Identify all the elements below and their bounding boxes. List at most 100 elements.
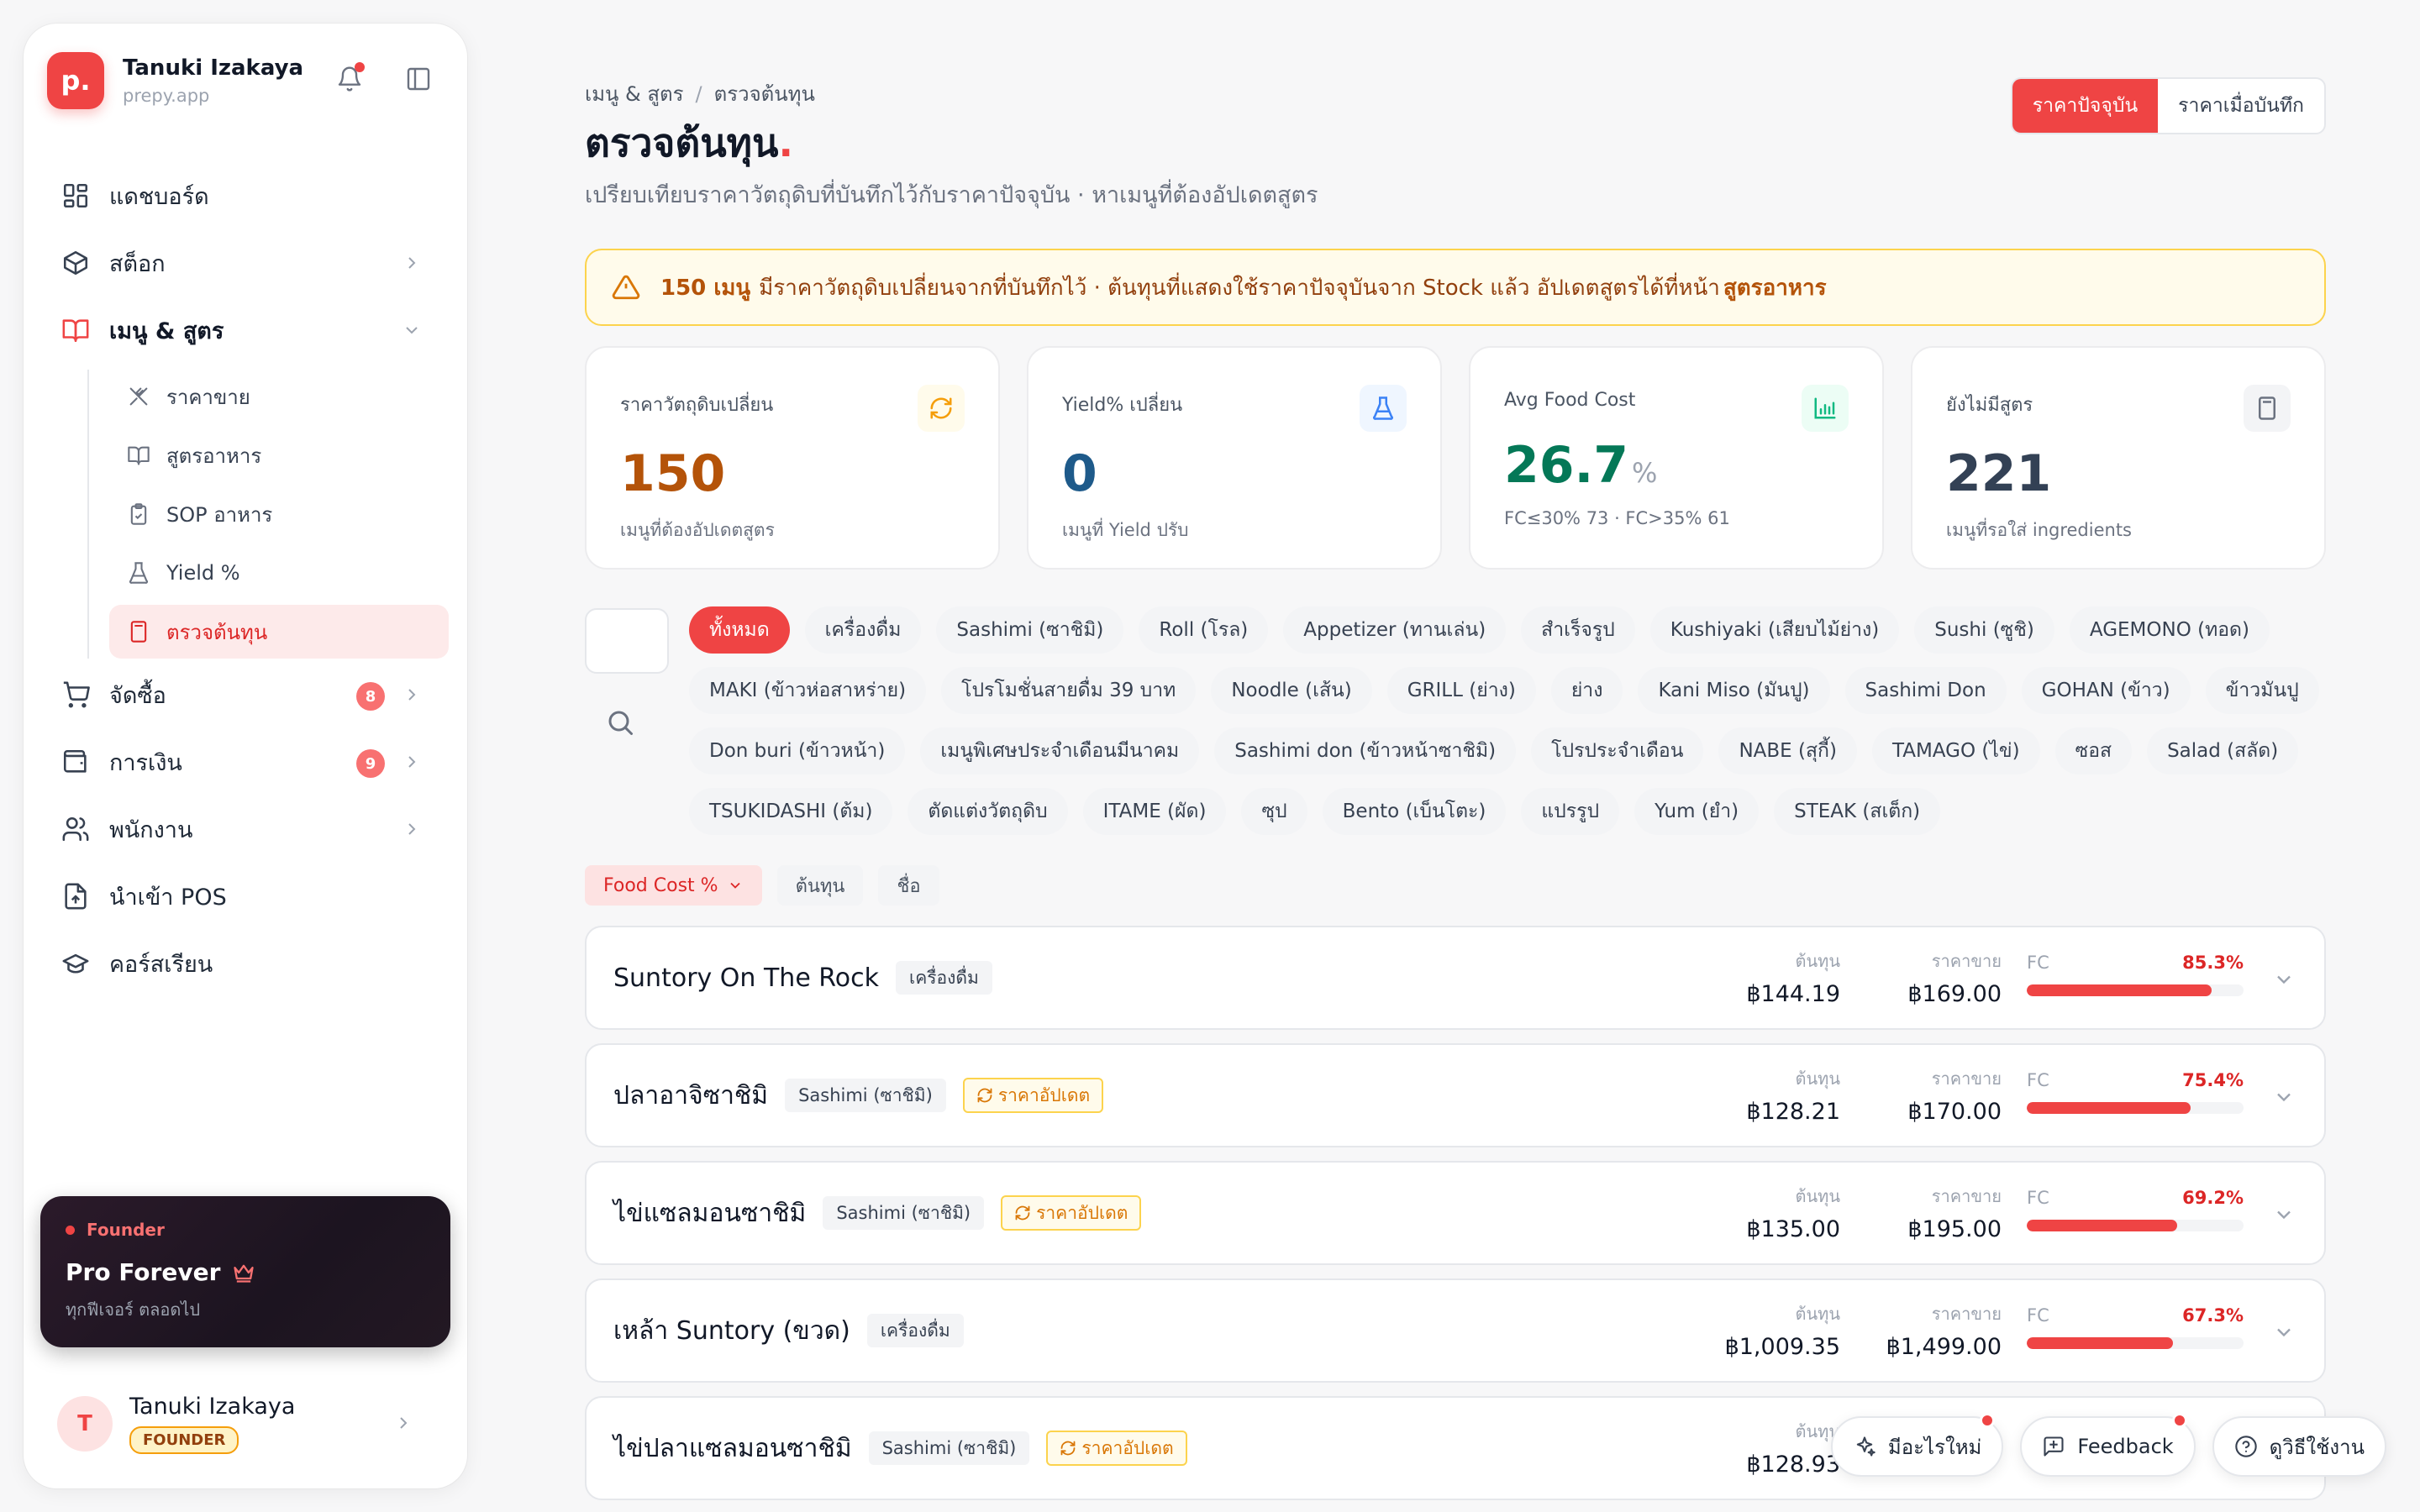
filter-chip[interactable]: เมนูพิเศษประจำเดือนมีนาคม (920, 727, 1200, 774)
filter-chip[interactable]: GOHAN (ข้าว) (2021, 667, 2191, 714)
chevron-down-icon[interactable] (2272, 1085, 2296, 1109)
chevron-down-icon[interactable] (2272, 1203, 2296, 1226)
filter-chip-all[interactable]: ทั้งหมด (689, 606, 790, 654)
chevron-down-icon[interactable] (2272, 1320, 2296, 1344)
filter-chip[interactable]: Sashimi (ซาชิมิ) (936, 606, 1124, 654)
file-upload-icon (65, 883, 87, 910)
sub-label: ตรวจต้นทุน (166, 620, 268, 644)
calculator-icon (130, 621, 147, 643)
filter-chip[interactable]: โปรประจำเดือน (1531, 727, 1704, 774)
nav-label: เมนู & สูตร (109, 318, 224, 344)
chevron-down-icon[interactable] (2272, 968, 2296, 991)
filter-chip[interactable]: สำเร็จรูป (1521, 606, 1635, 654)
filter-chip[interactable]: Noodle (เส้น) (1211, 667, 1372, 714)
user-profile[interactable]: T Tanuki Izakaya FOUNDER (57, 1384, 444, 1463)
filter-chip[interactable]: TSUKIDASHI (ต้ม) (689, 788, 893, 835)
nav-label: คอร์สเรียน (109, 951, 213, 978)
category-tag: Sashimi (ซาชิมิ) (868, 1431, 1030, 1465)
table-row[interactable]: Suntory On The Rock เครื่องดื่ม ต้นทุน ฿144… (585, 926, 2326, 1030)
filter-chip[interactable]: ITAME (ผัด) (1082, 788, 1227, 835)
filter-chip[interactable]: Roll (โรล) (1139, 606, 1269, 654)
alert-recipes-link[interactable]: สูตรอาหาร (1723, 270, 1827, 305)
nav-courses[interactable]: คอร์สเรียน (40, 936, 450, 991)
sort-food-cost[interactable]: Food Cost % (585, 865, 762, 906)
nav-pos-import[interactable]: นำเข้า POS (40, 869, 450, 924)
sidebar-collapse-button[interactable] (398, 59, 439, 99)
sub-recipes[interactable]: สูตรอาหาร (109, 428, 449, 482)
category-tag: เครื่องดื่ม (896, 961, 992, 995)
sort-name[interactable]: ชื่อ (878, 865, 939, 906)
sub-cost-check[interactable]: ตรวจต้นทุน (109, 605, 449, 659)
table-row[interactable]: เหล้า Suntory (ขวด) เครื่องดื่ม ต้นทุน ฿1,0… (585, 1278, 2326, 1383)
category-filter-chips: ทั้งหมด เครื่องดื่ม Sashimi (ซาชิมิ) Roll (… (689, 606, 2326, 835)
book-icon (128, 446, 150, 465)
sub-sop[interactable]: SOP อาหาร (109, 487, 449, 541)
nav-menu-recipes[interactable]: เมนู & สูตร (40, 302, 450, 358)
whats-new-button[interactable]: มีอะไรใหม่ (1830, 1413, 2004, 1477)
table-row[interactable]: ไข่แซลมอนซาชิมิ Sashimi (ซาชิมิ) ราคาอัปเด… (585, 1161, 2326, 1265)
sub-label: สูตรอาหาร (166, 444, 262, 468)
toggle-current-price[interactable]: ราคาปัจจุบัน (2012, 79, 2159, 133)
filter-chip[interactable]: NABE (สุกี้) (1718, 727, 1857, 774)
toggle-saved-price[interactable]: ราคาเมื่อบันทึก (2158, 79, 2324, 133)
guide-button[interactable]: ดูวิธีใช้งาน (2212, 1416, 2386, 1477)
app-domain: prepy.app (123, 86, 210, 106)
brand[interactable]: p. Tanuki Izakaya prepy.app (47, 50, 303, 111)
sort-cost[interactable]: ต้นทุน (776, 865, 864, 906)
filter-chip[interactable]: โปรโมชั่นสายดื่ม 39 บาท (941, 667, 1197, 714)
page-subtitle: เปรียบเทียบราคาวัตถุดิบที่บันทึกไว้กับรา… (585, 182, 1318, 208)
warning-icon (612, 275, 640, 300)
filter-chip[interactable]: Sushi (ซูชิ) (1914, 606, 2054, 654)
filter-chip[interactable]: Don buri (ข้าวหน้า) (689, 727, 906, 774)
breadcrumb-parent[interactable]: เมนู & สูตร (585, 82, 684, 106)
filter-chip[interactable]: Yum (ยำ) (1634, 788, 1760, 835)
sub-selling-price[interactable]: ราคาขาย (109, 370, 449, 423)
filter-chip[interactable]: TAMAGO (ไข่) (1871, 727, 2040, 774)
book-open-icon (62, 319, 89, 343)
filter-chip[interactable]: Kani Miso (มันปู) (1638, 667, 1830, 714)
filter-chip[interactable]: เครื่องดื่ม (804, 606, 922, 654)
nav-finance[interactable]: การเงิน 9 (40, 734, 450, 790)
nav-dashboard[interactable]: แดชบอร์ด (40, 168, 450, 223)
filter-chip[interactable]: ซอส (2054, 727, 2133, 774)
search-icon[interactable] (605, 707, 635, 738)
cart-icon (63, 681, 90, 708)
restaurant-name: Tanuki Izakaya (123, 55, 304, 81)
filter-chip[interactable]: Sashimi Don (1844, 667, 2007, 714)
package-icon (63, 250, 88, 276)
filter-chip[interactable]: Bento (เบ็นโตะ) (1322, 788, 1507, 835)
refresh-icon (977, 1088, 992, 1103)
chart-icon (1814, 397, 1836, 419)
filter-chip[interactable]: Appetizer (ทานเล่น) (1283, 606, 1507, 654)
notifications-button[interactable] (329, 59, 370, 99)
stat-card-avg-food-cost: Avg Food Cost 26.7% FC≤30% 73 · FC>35% 6… (1469, 346, 1884, 570)
filter-chip[interactable]: Kushiyaki (เสียบไม้ย่าง) (1649, 606, 1900, 654)
finance-count-badge: 9 (356, 749, 385, 778)
plan-card[interactable]: Founder Pro Forever ทุกฟีเจอร์ ตลอดไป (40, 1196, 450, 1347)
filter-chip[interactable]: ย่าง (1550, 667, 1623, 714)
filter-chip[interactable]: Salad (สลัด) (2147, 727, 2299, 774)
nav-stock[interactable]: สต็อก (40, 235, 450, 291)
breadcrumb-separator: / (695, 82, 702, 106)
food-cost-percent: 85.3% (2182, 953, 2244, 973)
cost-cell: ต้นทุน ฿128.93 (1746, 1421, 1840, 1478)
refresh-icon (930, 397, 952, 419)
sub-yield[interactable]: Yield % (109, 546, 449, 600)
filter-chip[interactable]: MAKI (ข้าวห่อสาหร่าย) (689, 667, 927, 714)
table-row[interactable]: ปลาอาจิซาชิมิ Sashimi (ซาชิมิ) ราคาอัปเดต ต… (585, 1043, 2326, 1147)
breadcrumb-current: ตรวจต้นทุน (713, 82, 815, 106)
filter-chip[interactable]: AGEMONO (ทอด) (2069, 606, 2270, 654)
flask-icon (129, 562, 149, 584)
filter-chip[interactable]: แปรรูป (1521, 788, 1620, 835)
nav-staff[interactable]: พนักงาน (40, 801, 450, 857)
filter-chip[interactable]: Sashimi don (ข้าวหน้าซาชิมิ) (1214, 727, 1517, 774)
feedback-button[interactable]: Feedback (2020, 1413, 2196, 1477)
nav-purchasing[interactable]: จัดซื้อ 8 (40, 667, 450, 722)
filter-chip[interactable]: GRILL (ย่าง) (1386, 667, 1536, 714)
search-input[interactable] (585, 608, 669, 674)
filter-chip[interactable]: ข้าวมันปู (2205, 667, 2319, 714)
filter-chip[interactable]: ตัดแต่งวัตถุดิบ (908, 788, 1068, 835)
filter-chip[interactable]: ซุป (1241, 788, 1307, 835)
filter-chip[interactable]: STEAK (สเต็ก) (1774, 788, 1941, 835)
crown-icon (234, 1264, 255, 1283)
